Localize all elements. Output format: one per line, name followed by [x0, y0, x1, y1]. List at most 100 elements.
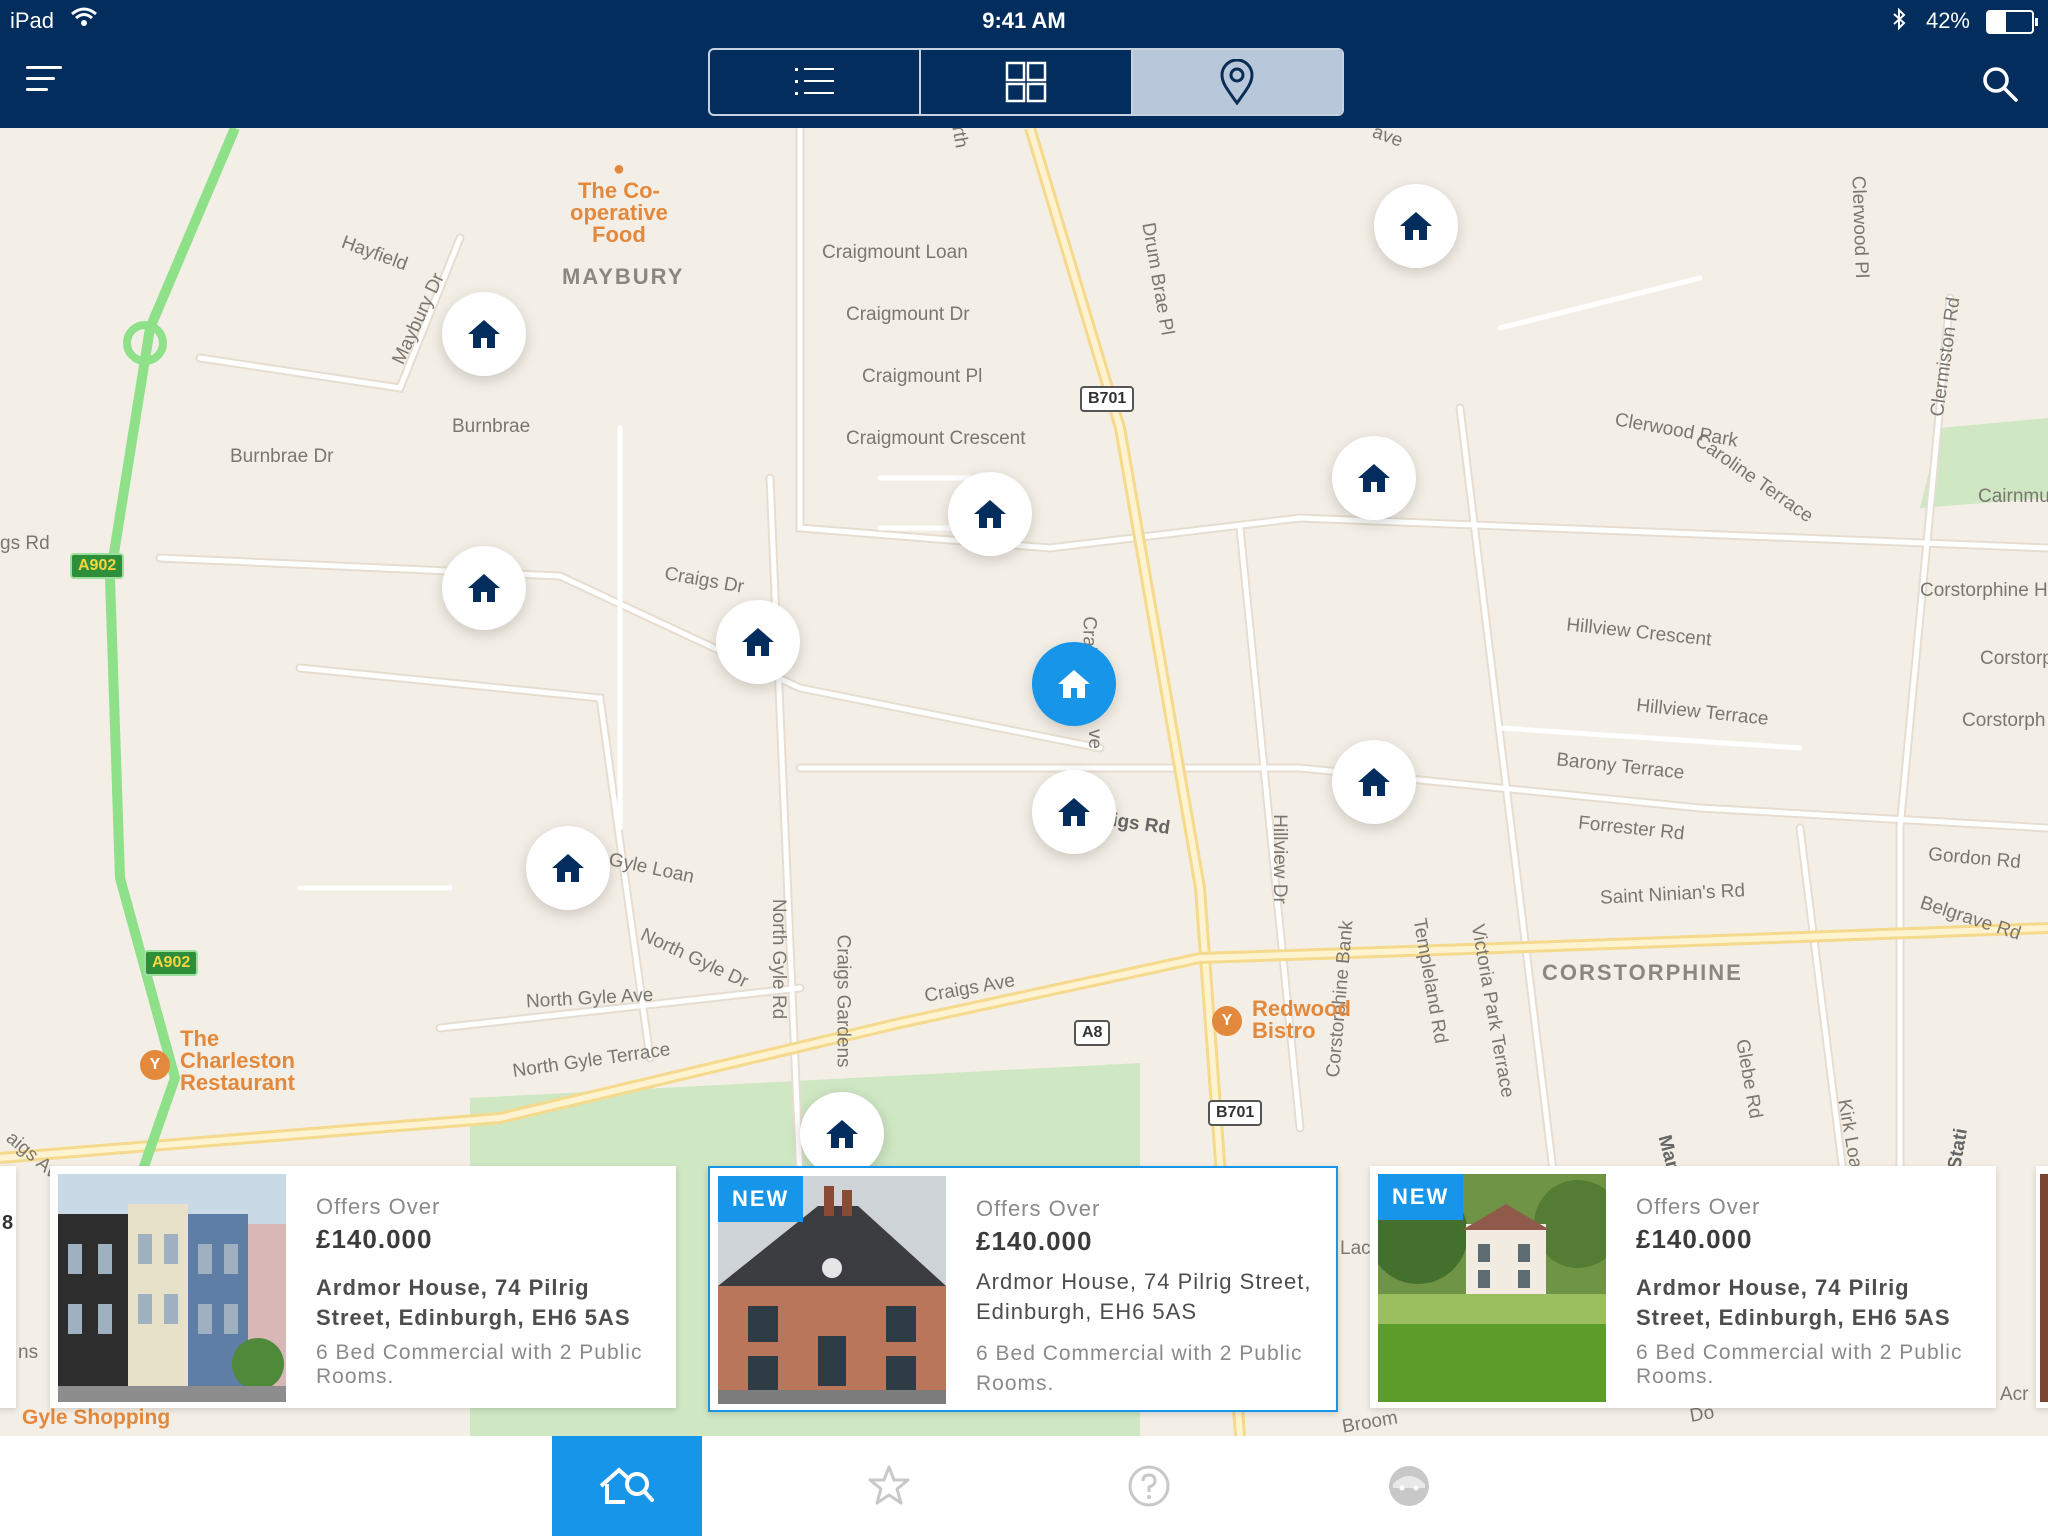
address: Ardmor House, 74 Pilrig Street, Edinburg… [1636, 1275, 1951, 1330]
star-icon [868, 1465, 910, 1505]
street-label: Corstorp [1980, 648, 2048, 669]
road-shield: A902 [70, 553, 125, 579]
poi-coop-food[interactable]: ● The Co- operative Food [570, 158, 668, 246]
description: 6 Bed Commercial with 2 Public Rooms. [976, 1342, 1303, 1395]
house-icon [1358, 464, 1390, 492]
house-icon [468, 320, 500, 348]
property-pin[interactable] [1374, 184, 1458, 268]
street-label: Hillview Dr [1268, 814, 1290, 904]
house-icon [1358, 768, 1390, 796]
property-pin[interactable] [526, 826, 610, 910]
battery-icon [1986, 10, 2038, 34]
property-pin[interactable] [716, 600, 800, 684]
property-photo: NEW [1378, 1174, 1606, 1402]
listing-card[interactable]: Offers Over £140.000 Ardmor House, 74 Pi… [50, 1166, 676, 1408]
property-pin[interactable] [1332, 436, 1416, 520]
street-label: Cairnmu [1978, 486, 2048, 507]
street-label: Lac [1340, 1238, 1371, 1259]
battery-percent: 42% [1925, 8, 1970, 33]
offer-label: Offers Over [1636, 1194, 1761, 1219]
property-pin[interactable] [1332, 740, 1416, 824]
property-photo [58, 1174, 286, 1402]
offer-label: Offers Over [316, 1194, 441, 1219]
street-label: Corstorph [1962, 710, 2046, 731]
street-label: ns [18, 1342, 39, 1363]
street-label: Burnbrae Dr [230, 446, 334, 467]
list-view-button[interactable] [710, 50, 922, 114]
new-badge: NEW [718, 1176, 804, 1222]
status-bar: iPad 9:41 AM 42% [0, 0, 2048, 40]
top-bar: iPad 9:41 AM 42% [0, 0, 2048, 128]
restaurant-icon: Y [1212, 1006, 1242, 1036]
poi-label-line: operative [570, 200, 668, 225]
street-label: Corstorphine Hill [1920, 580, 2048, 601]
street-label: ve [1084, 728, 1106, 750]
road-shield: B701 [1208, 1100, 1263, 1126]
price: £140.000 [316, 1224, 433, 1254]
property-pin[interactable] [442, 292, 526, 376]
listing-card-partial[interactable]: 8 [0, 1166, 16, 1408]
area-label: MAYBURY [562, 264, 685, 289]
street-label: Craigmount Dr [846, 304, 970, 325]
address: Ardmor House, 74 Pilrig Street, Edinburg… [316, 1275, 631, 1330]
profile-icon [1389, 1466, 1429, 1506]
property-pin[interactable] [1032, 770, 1116, 854]
view-mode-switch [708, 48, 1344, 116]
restaurant-icon: Y [140, 1050, 170, 1080]
price: £140.000 [976, 1226, 1093, 1256]
road-shield: A902 [144, 950, 199, 976]
poi-label-line: The Co- [577, 178, 660, 203]
menu-icon[interactable] [26, 66, 62, 96]
house-icon [1400, 212, 1432, 240]
tab-help[interactable] [1074, 1436, 1224, 1536]
listing-card[interactable]: NEW Offers Over £140.000 Ardmor House, 7… [1370, 1166, 1996, 1408]
grid-view-button[interactable] [921, 50, 1133, 114]
street-label: Acr [2000, 1384, 2029, 1405]
tab-home-search[interactable] [552, 1436, 702, 1536]
price: £140.000 [1636, 1224, 1753, 1254]
street-label: gs Rd [0, 533, 50, 554]
shopping-icon: ● [612, 158, 625, 180]
search-icon[interactable] [1980, 64, 2020, 104]
street-label: Craigmount Crescent [846, 428, 1026, 449]
street-label: Burnbrae [452, 416, 531, 437]
map-pin-icon [1220, 59, 1254, 105]
card-edge-label: 8 [2, 1212, 14, 1234]
status-time: 9:41 AM [982, 8, 1066, 33]
house-icon [742, 628, 774, 656]
address: Ardmor House, 74 Pilrig Street, Edinburg… [976, 1269, 1312, 1324]
home-search-icon [599, 1467, 654, 1504]
property-pin[interactable] [442, 546, 526, 630]
property-pin[interactable] [800, 1092, 884, 1176]
listing-card-partial[interactable] [2036, 1166, 2048, 1408]
area-label: CORSTORPHINE [1542, 960, 1743, 985]
property-pin-selected[interactable] [1032, 642, 1116, 726]
offer-label: Offers Over [976, 1196, 1101, 1221]
poi-redwood-bistro[interactable]: Y Redwood Bistro [1212, 998, 1351, 1042]
house-icon [974, 500, 1006, 528]
new-badge: NEW [1378, 1174, 1464, 1220]
list-icon [794, 68, 834, 95]
grid-icon [1005, 61, 1047, 103]
poi-label-line: The [180, 1026, 220, 1051]
street-label: rth [947, 128, 972, 150]
property-photo [2040, 1174, 2048, 1402]
map-view-button[interactable] [1132, 50, 1342, 114]
tab-favourites[interactable] [814, 1436, 964, 1536]
house-icon [552, 854, 584, 882]
house-icon [468, 574, 500, 602]
poi-charleston-restaurant[interactable]: Y The Charleston Restaurant [140, 1028, 295, 1094]
poi-label: Gyle Shopping [22, 1406, 171, 1429]
street-label: Craigs Gardens [832, 934, 854, 1068]
tab-profile[interactable] [1334, 1436, 1484, 1536]
street-label: Craigmount Pl [862, 366, 983, 387]
listing-card-selected[interactable]: NEW Offers Over £140.000 Ardmor House, 7… [708, 1166, 1338, 1412]
road-shield: B701 [1080, 386, 1135, 412]
house-icon [1058, 670, 1090, 698]
property-photo: NEW [718, 1176, 946, 1404]
property-pin[interactable] [948, 472, 1032, 556]
bluetooth-icon [1892, 7, 1906, 36]
house-icon [1058, 798, 1090, 826]
help-icon [1128, 1465, 1170, 1507]
street-label: North Gyle Rd [768, 898, 790, 1020]
